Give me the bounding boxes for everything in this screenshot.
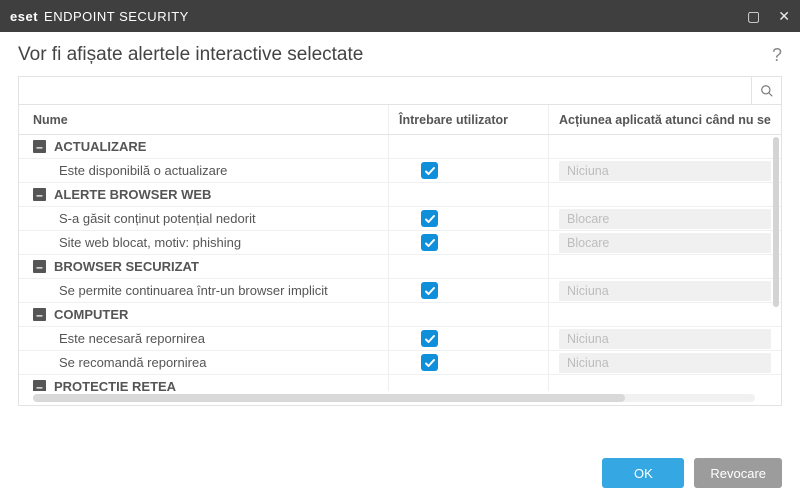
ask-user-checkbox[interactable] <box>421 330 438 347</box>
collapse-icon[interactable]: – <box>33 188 46 201</box>
group-label: COMPUTER <box>54 307 128 322</box>
table-row: Se recomandă repornirea Niciuna <box>19 351 781 375</box>
column-action[interactable]: Acțiunea aplicată atunci când nu se <box>549 105 781 134</box>
cancel-button[interactable]: Revocare <box>694 458 782 488</box>
action-select: Niciuna <box>559 161 771 181</box>
ask-user-checkbox[interactable] <box>421 354 438 371</box>
title-bar: eset ENDPOINT SECURITY ▢ ✕ <box>0 0 800 32</box>
item-name: S-a găsit conținut potențial nedorit <box>19 207 389 230</box>
action-select: Niciuna <box>559 353 771 373</box>
ask-user-checkbox[interactable] <box>421 210 438 227</box>
brand-product: ENDPOINT SECURITY <box>44 9 189 24</box>
window-close-icon[interactable]: ✕ <box>778 9 790 23</box>
group-row[interactable]: –ALERTE BROWSER WEB <box>19 183 781 207</box>
collapse-icon[interactable]: – <box>33 140 46 153</box>
brand: eset ENDPOINT SECURITY <box>10 9 189 24</box>
group-row[interactable]: –BROWSER SECURIZAT <box>19 255 781 279</box>
collapse-icon[interactable]: – <box>33 308 46 321</box>
alerts-panel: Nume Întrebare utilizator Acțiunea aplic… <box>18 76 782 406</box>
item-name: Este disponibilă o actualizare <box>19 159 389 182</box>
ok-button[interactable]: OK <box>602 458 684 488</box>
group-label: ACTUALIZARE <box>54 139 146 154</box>
table-body: –ACTUALIZAREEste disponibilă o actualiza… <box>19 135 781 391</box>
column-ask-user[interactable]: Întrebare utilizator <box>389 105 549 134</box>
help-icon[interactable]: ? <box>772 45 782 66</box>
horizontal-scrollbar[interactable] <box>19 391 781 405</box>
group-row[interactable]: –COMPUTER <box>19 303 781 327</box>
table-row: S-a găsit conținut potențial nedorit Bloc… <box>19 207 781 231</box>
table-header: Nume Întrebare utilizator Acțiunea aplic… <box>19 105 781 135</box>
page-title: Vor fi afișate alertele interactive sele… <box>18 44 363 66</box>
ask-user-checkbox[interactable] <box>421 162 438 179</box>
search-input[interactable] <box>19 77 751 104</box>
item-name: Se recomandă repornirea <box>19 351 389 374</box>
group-row[interactable]: –ACTUALIZARE <box>19 135 781 159</box>
group-label: PROTECȚIE REȚEA <box>54 379 176 391</box>
group-row[interactable]: –PROTECȚIE REȚEA <box>19 375 781 391</box>
ask-user-checkbox[interactable] <box>421 234 438 251</box>
item-name: Se permite continuarea într-un browser i… <box>19 279 389 302</box>
action-select: Niciuna <box>559 281 771 301</box>
action-select: Niciuna <box>559 329 771 349</box>
vertical-scrollbar[interactable] <box>773 137 779 307</box>
table-row: Se permite continuarea într-un browser i… <box>19 279 781 303</box>
table-row: Este disponibilă o actualizare Niciuna <box>19 159 781 183</box>
table-row: Site web blocat, motiv: phishing Blocare <box>19 231 781 255</box>
item-name: Este necesară repornirea <box>19 327 389 350</box>
search-icon <box>760 84 774 98</box>
collapse-icon[interactable]: – <box>33 380 46 391</box>
window-minimize-icon[interactable]: ▢ <box>747 9 760 23</box>
brand-eset: eset <box>10 9 38 24</box>
action-select: Blocare <box>559 233 771 253</box>
action-select: Blocare <box>559 209 771 229</box>
search-button[interactable] <box>751 77 781 104</box>
item-name: Site web blocat, motiv: phishing <box>19 231 389 254</box>
ask-user-checkbox[interactable] <box>421 282 438 299</box>
group-label: ALERTE BROWSER WEB <box>54 187 211 202</box>
column-name[interactable]: Nume <box>19 105 389 134</box>
table-row: Este necesară repornirea Niciuna <box>19 327 781 351</box>
group-label: BROWSER SECURIZAT <box>54 259 199 274</box>
collapse-icon[interactable]: – <box>33 260 46 273</box>
